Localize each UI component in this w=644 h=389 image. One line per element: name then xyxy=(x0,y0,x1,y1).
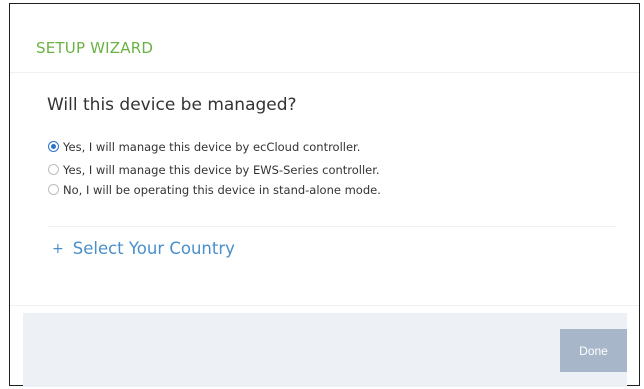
done-button[interactable]: Done xyxy=(560,329,627,372)
footer-divider xyxy=(10,305,639,306)
option-standalone-label[interactable]: No, I will be operating this device in s… xyxy=(63,183,381,197)
option-ews-series-label[interactable]: Yes, I will manage this device by EWS-Se… xyxy=(63,163,380,177)
option-standalone[interactable]: No, I will be operating this device in s… xyxy=(48,181,381,198)
wizard-header: SETUP WIZARD xyxy=(10,4,639,73)
option-ews-series[interactable]: Yes, I will manage this device by EWS-Se… xyxy=(48,161,381,178)
select-country-label[interactable]: Select Your Country xyxy=(73,239,235,258)
plus-icon[interactable]: + xyxy=(52,241,64,257)
wizard-title: SETUP WIZARD xyxy=(36,39,154,57)
option-eccloud[interactable]: Yes, I will manage this device by ecClou… xyxy=(48,138,381,155)
select-country-expander[interactable]: + Select Your Country xyxy=(52,239,235,258)
wizard-footer: Done xyxy=(23,313,627,387)
option-eccloud-label[interactable]: Yes, I will manage this device by ecClou… xyxy=(63,140,360,154)
radio-eccloud-selected[interactable] xyxy=(48,141,59,152)
radio-ews-series[interactable] xyxy=(48,164,59,175)
setup-wizard-panel: SETUP WIZARD Will this device be managed… xyxy=(9,3,640,387)
management-options: Yes, I will manage this device by ecClou… xyxy=(48,138,381,204)
radio-standalone[interactable] xyxy=(48,184,59,195)
section-divider xyxy=(48,226,616,227)
management-question: Will this device be managed? xyxy=(47,95,297,115)
